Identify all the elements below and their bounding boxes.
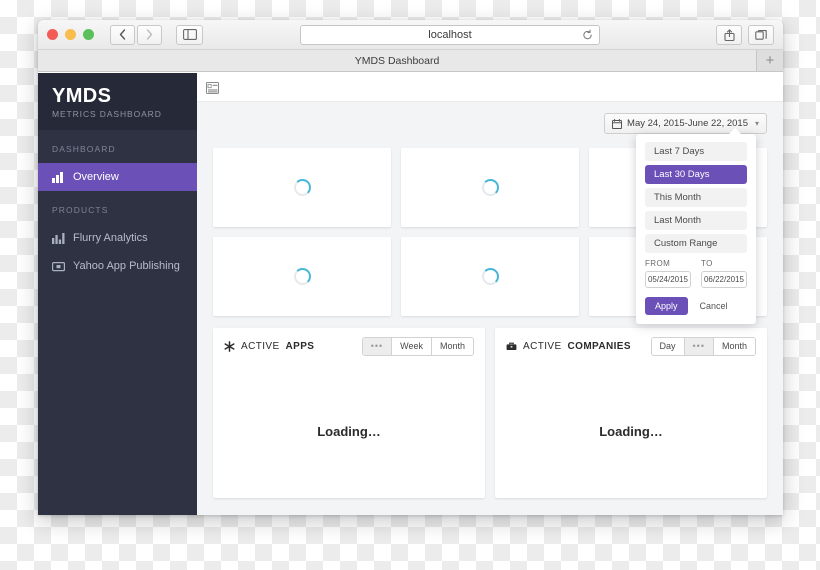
date-range-dropdown: Last 7 Days Last 30 Days This Month Last…	[636, 128, 756, 324]
loading-spinner-icon	[481, 179, 499, 196]
nav-section-products-label: PRODUCTS	[52, 205, 109, 215]
loading-spinner-icon	[293, 268, 311, 285]
active-apps-panel: ACTIVE APPS ••• Week Month Loading…	[213, 328, 485, 498]
panel-row: ACTIVE APPS ••• Week Month Loading… ACTI…	[197, 316, 783, 498]
segment-more[interactable]: •••	[684, 337, 714, 355]
reload-icon[interactable]	[582, 29, 593, 40]
brand-title: YMDS	[52, 85, 112, 107]
sidebar-item-label: Flurry Analytics	[73, 232, 148, 244]
apps-interval-segmented-control: ••• Week Month	[361, 336, 474, 356]
range-inputs: 05/24/2015 06/22/2015	[645, 271, 747, 288]
panel-body: Loading…	[213, 364, 485, 498]
date-toolbar-row: May 24, 2015-June 22, 2015 ▾ Last 7 Days…	[197, 102, 783, 324]
gear-asterisk-icon	[224, 340, 235, 352]
page-viewport: YMDS METRICS DASHBOARD DASHBOARD Overvie…	[38, 73, 783, 515]
show-tabs-button[interactable]	[748, 24, 774, 45]
stat-card[interactable]	[213, 148, 391, 227]
panel-header: ACTIVE APPS ••• Week Month	[213, 328, 485, 364]
maximize-window-button[interactable]	[83, 29, 94, 40]
close-window-button[interactable]	[47, 29, 58, 40]
sidebar-item-label: Yahoo App Publishing	[73, 260, 180, 272]
dropdown-actions: Apply Cancel	[645, 297, 747, 315]
content-topbar	[197, 73, 783, 102]
segment-month[interactable]: Month	[713, 337, 755, 355]
back-button[interactable]	[110, 24, 135, 45]
companies-interval-segmented-control: Day ••• Month	[650, 336, 756, 356]
loading-text: Loading…	[599, 423, 663, 439]
to-date-input[interactable]: 06/22/2015	[701, 271, 747, 288]
sidebar-item-flurry-analytics[interactable]: Flurry Analytics	[38, 224, 197, 252]
window-controls	[47, 29, 94, 40]
panel-title: ACTIVE COMPANIES	[506, 341, 631, 352]
list-menu-icon[interactable]	[206, 81, 219, 94]
share-icon	[723, 28, 735, 41]
segment-label: •••	[692, 341, 705, 351]
loading-spinner-icon	[481, 268, 499, 285]
loading-spinner-icon	[293, 179, 311, 196]
forward-button[interactable]	[137, 24, 162, 45]
sidebar-item-overview[interactable]: Overview	[38, 163, 197, 191]
sidebar-item-yahoo-app-publishing[interactable]: Yahoo App Publishing	[38, 252, 197, 280]
range-field-labels: FROM TO	[645, 259, 747, 268]
nav-section-dashboard-label: DASHBOARD	[52, 144, 116, 154]
to-label: TO	[701, 259, 713, 268]
panel-header: ACTIVE COMPANIES Day ••• Month	[495, 328, 767, 364]
tab-strip: YMDS Dashboard +	[38, 50, 783, 72]
show-tabs-icon	[755, 29, 767, 40]
segment-month[interactable]: Month	[431, 337, 473, 355]
chevron-left-icon	[119, 29, 126, 40]
brand-block: YMDS METRICS DASHBOARD	[38, 73, 197, 130]
bar-chart-icon	[52, 232, 65, 244]
date-range-button[interactable]: May 24, 2015-June 22, 2015 ▾	[604, 113, 767, 134]
dropdown-option-this-month[interactable]: This Month	[645, 188, 747, 207]
minimize-window-button[interactable]	[65, 29, 76, 40]
money-card-icon	[52, 260, 65, 272]
toolbar-right-actions	[716, 24, 774, 45]
panel-body: Loading…	[495, 364, 767, 498]
from-date-input[interactable]: 05/24/2015	[645, 271, 691, 288]
stat-card[interactable]	[213, 237, 391, 316]
segment-day[interactable]: Day	[651, 337, 685, 355]
stat-card[interactable]	[401, 148, 579, 227]
cancel-button[interactable]: Cancel	[700, 301, 728, 311]
dropdown-option-last-30-days[interactable]: Last 30 Days	[645, 165, 747, 184]
briefcase-icon	[506, 341, 517, 352]
stat-card[interactable]	[401, 237, 579, 316]
panel-title-strong: APPS	[285, 340, 315, 352]
chart-bars-icon	[52, 171, 65, 183]
panel-title-strong: COMPANIES	[567, 340, 631, 352]
dropdown-option-last-7-days[interactable]: Last 7 Days	[645, 142, 747, 161]
navigation-buttons	[110, 24, 162, 45]
active-companies-panel: ACTIVE COMPANIES Day ••• Month Loading…	[495, 328, 767, 498]
loading-text: Loading…	[317, 423, 381, 439]
dropdown-option-custom-range[interactable]: Custom Range	[645, 234, 747, 253]
panel-title-light: ACTIVE	[523, 340, 562, 352]
sidebar-item-label: Overview	[73, 171, 119, 183]
main-content: May 24, 2015-June 22, 2015 ▾ Last 7 Days…	[197, 73, 783, 515]
segment-more[interactable]: •••	[362, 337, 393, 355]
brand-subtitle: METRICS DASHBOARD	[52, 109, 162, 119]
new-tab-button[interactable]: +	[757, 50, 783, 71]
calendar-icon	[612, 118, 623, 129]
share-button[interactable]	[716, 24, 742, 45]
browser-tab[interactable]: YMDS Dashboard	[38, 50, 757, 71]
from-label: FROM	[645, 259, 671, 268]
url-text: localhost	[428, 28, 472, 41]
apply-button[interactable]: Apply	[645, 297, 688, 315]
segment-label: •••	[370, 341, 384, 351]
app-sidebar: YMDS METRICS DASHBOARD DASHBOARD Overvie…	[38, 73, 197, 515]
browser-window: localhost YMDS Dashboard + YMDS METRICS …	[38, 20, 783, 515]
browser-toolbar: localhost	[38, 20, 783, 50]
toggle-sidebar-button[interactable]	[176, 24, 203, 45]
panel-title: ACTIVE APPS	[224, 341, 314, 352]
chevron-right-icon	[146, 29, 153, 40]
segment-week[interactable]: Week	[392, 337, 432, 355]
sidebar-panel-icon	[182, 29, 197, 40]
address-bar[interactable]: localhost	[300, 24, 600, 45]
panel-title-light: ACTIVE	[241, 340, 280, 352]
dropdown-option-last-month[interactable]: Last Month	[645, 211, 747, 230]
chevron-down-icon: ▾	[754, 119, 759, 128]
